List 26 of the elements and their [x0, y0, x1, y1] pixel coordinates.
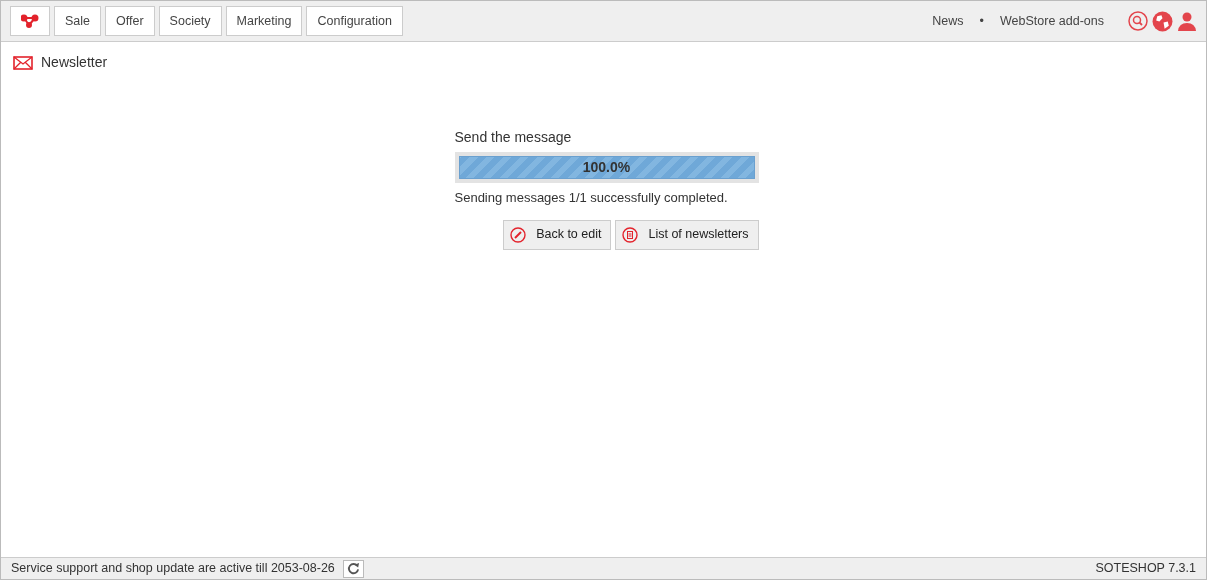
top-link[interactable]: WebStore add-ons [1000, 11, 1104, 31]
top-link[interactable]: News [932, 11, 964, 31]
menu-button[interactable]: Society [158, 6, 222, 36]
globe-icon[interactable] [1152, 10, 1173, 32]
version-label: SOTESHOP 7.3.1 [1095, 560, 1196, 578]
menu-button[interactable]: Marketing [225, 6, 303, 36]
menu-button[interactable]: Offer [105, 6, 155, 36]
document-icon [622, 226, 639, 243]
status-message: Sending messages 1/1 successfully completed. [454, 189, 729, 207]
search-icon[interactable] [1128, 11, 1148, 31]
refresh-icon [346, 562, 360, 575]
pencil-icon [510, 226, 527, 243]
logo-button[interactable] [10, 6, 50, 36]
menu-button[interactable]: Sale [54, 6, 102, 36]
support-status: Service support and shop update are active till 2053-08-26 [11, 560, 335, 578]
separator-dot: • [979, 12, 984, 30]
action-button[interactable]: List of newsletters [615, 219, 759, 250]
refresh-button[interactable] [342, 559, 364, 578]
user-icon[interactable] [1177, 11, 1197, 31]
progress-reading: 100.0% [582, 158, 631, 177]
envelope-icon [13, 55, 33, 70]
molecule-icon [21, 14, 39, 29]
menu-button[interactable]: Configuration [306, 6, 403, 36]
action-button[interactable]: Back to edit [503, 219, 612, 250]
progress-title: Send the message [454, 128, 573, 147]
page-title: Newsletter [41, 53, 108, 72]
